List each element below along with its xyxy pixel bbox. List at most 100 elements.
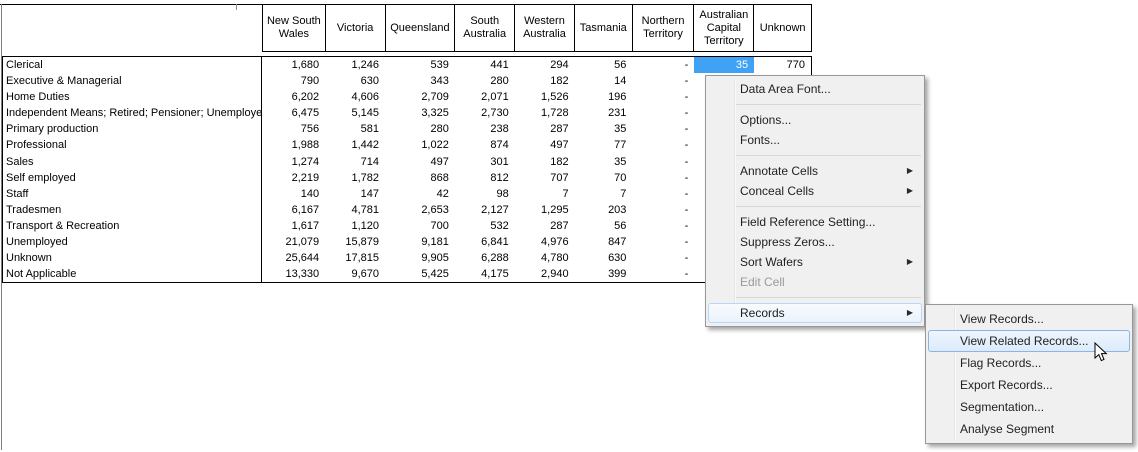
data-cell[interactable]: 1,295 (515, 202, 575, 218)
data-cell[interactable]: 539 (385, 57, 455, 73)
data-cell[interactable]: - (632, 73, 694, 89)
data-cell[interactable]: 98 (455, 186, 515, 202)
menu-item-options[interactable]: Options... (708, 110, 922, 130)
data-cell[interactable]: 399 (575, 266, 633, 282)
row-label[interactable]: Self employed (3, 170, 262, 186)
row-label[interactable]: Home Duties (3, 89, 262, 105)
data-cell[interactable]: 203 (575, 202, 633, 218)
row-label[interactable]: Not Applicable (3, 266, 262, 282)
data-cell[interactable]: 6,167 (262, 202, 325, 218)
row-label[interactable]: Unemployed (3, 234, 262, 250)
menu-item-view-records[interactable]: View Records... (928, 308, 1130, 330)
data-cell[interactable]: 1,526 (515, 89, 575, 105)
data-cell[interactable]: 9,905 (385, 250, 455, 266)
data-cell[interactable]: 35 (575, 153, 633, 169)
column-header-tasmania[interactable]: Tasmania (575, 5, 633, 51)
data-cell[interactable]: 4,175 (455, 266, 515, 282)
column-header-victoria[interactable]: Victoria (326, 5, 386, 51)
data-cell[interactable]: 4,606 (325, 89, 385, 105)
menu-item-analyse-segment[interactable]: Analyse Segment (928, 418, 1130, 440)
data-cell[interactable]: 280 (455, 73, 515, 89)
data-cell[interactable]: 2,730 (455, 105, 515, 121)
data-cell[interactable]: 1,120 (325, 218, 385, 234)
data-cell[interactable]: 1,988 (262, 137, 325, 153)
data-cell[interactable]: 231 (575, 105, 633, 121)
data-cell[interactable]: - (632, 153, 694, 169)
data-cell[interactable]: 4,976 (515, 234, 575, 250)
menu-item-conceal-cells[interactable]: Conceal Cells ▶ (708, 181, 922, 201)
data-cell[interactable]: 35 (575, 121, 633, 137)
data-cell[interactable]: 1,442 (325, 137, 385, 153)
data-cell[interactable]: 2,709 (385, 89, 455, 105)
column-header-south-australia[interactable]: South Australia (455, 5, 515, 51)
data-cell[interactable]: 6,202 (262, 89, 325, 105)
column-header-western-australia[interactable]: Western Australia (515, 5, 575, 51)
menu-item-export-records[interactable]: Export Records... (928, 374, 1130, 396)
selected-data-cell[interactable]: 35 (694, 57, 754, 73)
data-cell[interactable]: 17,815 (325, 250, 385, 266)
column-header-northern-territory[interactable]: Northern Territory (633, 5, 695, 51)
data-cell[interactable]: 1,728 (515, 105, 575, 121)
menu-item-annotate-cells[interactable]: Annotate Cells ▶ (708, 161, 922, 181)
row-label[interactable]: Executive & Managerial (3, 73, 262, 89)
data-cell[interactable]: 4,780 (515, 250, 575, 266)
data-cell[interactable]: 301 (455, 153, 515, 169)
data-cell[interactable]: - (632, 234, 694, 250)
data-cell[interactable]: 707 (515, 170, 575, 186)
column-header-queensland[interactable]: Queensland (386, 5, 456, 51)
data-cell[interactable]: 532 (455, 218, 515, 234)
data-cell[interactable]: 630 (575, 250, 633, 266)
data-cell[interactable]: 287 (515, 218, 575, 234)
menu-item-data-area-font[interactable]: Data Area Font... (708, 79, 922, 99)
data-cell[interactable]: 2,071 (455, 89, 515, 105)
menu-item-suppress-zeros[interactable]: Suppress Zeros... (708, 232, 922, 252)
row-label[interactable]: Staff (3, 186, 262, 202)
data-cell[interactable]: 1,680 (262, 57, 325, 73)
data-cell[interactable]: 630 (325, 73, 385, 89)
data-cell[interactable]: 1,246 (325, 57, 385, 73)
data-cell[interactable]: 77 (575, 137, 633, 153)
data-cell[interactable]: 6,288 (455, 250, 515, 266)
data-cell[interactable]: - (632, 89, 694, 105)
data-cell[interactable]: 25,644 (262, 250, 325, 266)
data-cell[interactable]: 874 (455, 137, 515, 153)
data-cell[interactable]: - (632, 57, 694, 73)
data-cell[interactable]: 42 (385, 186, 455, 202)
data-cell[interactable]: 70 (575, 170, 633, 186)
row-label[interactable]: Professional (3, 137, 262, 153)
data-cell[interactable]: 700 (385, 218, 455, 234)
data-cell[interactable]: - (632, 266, 694, 282)
data-cell[interactable]: 756 (262, 121, 325, 137)
data-cell[interactable]: 2,127 (455, 202, 515, 218)
data-cell[interactable]: 7 (575, 186, 633, 202)
data-cell[interactable]: 9,181 (385, 234, 455, 250)
data-cell[interactable]: 441 (455, 57, 515, 73)
data-cell[interactable]: 5,145 (325, 105, 385, 121)
column-header-australian-capital-territory[interactable]: Australian Capital Territory (694, 5, 754, 51)
menu-item-sort-wafers[interactable]: Sort Wafers ▶ (708, 252, 922, 272)
data-cell[interactable]: 280 (385, 121, 455, 137)
data-cell[interactable]: 9,670 (325, 266, 385, 282)
data-cell[interactable]: 6,475 (262, 105, 325, 121)
data-cell[interactable]: 6,841 (455, 234, 515, 250)
data-cell[interactable]: 770 (754, 57, 811, 73)
row-label[interactable]: Tradesmen (3, 202, 262, 218)
data-cell[interactable]: 1,274 (262, 153, 325, 169)
data-cell[interactable]: 581 (325, 121, 385, 137)
menu-item-segmentation[interactable]: Segmentation... (928, 396, 1130, 418)
data-cell[interactable]: 497 (385, 153, 455, 169)
data-cell[interactable]: 497 (515, 137, 575, 153)
column-header-new-south-wales[interactable]: New South Wales (263, 5, 326, 51)
row-label[interactable]: Transport & Recreation (3, 218, 262, 234)
data-cell[interactable]: 287 (515, 121, 575, 137)
column-header-unknown[interactable]: Unknown (754, 5, 811, 51)
data-cell[interactable]: - (632, 218, 694, 234)
data-cell[interactable]: 3,325 (385, 105, 455, 121)
menu-item-records[interactable]: Records ▶ (708, 303, 922, 323)
data-cell[interactable]: 1,782 (325, 170, 385, 186)
data-cell[interactable]: 238 (455, 121, 515, 137)
data-cell[interactable]: 868 (385, 170, 455, 186)
data-cell[interactable]: 182 (515, 73, 575, 89)
row-label[interactable]: Sales (3, 153, 262, 169)
data-cell[interactable]: 790 (262, 73, 325, 89)
